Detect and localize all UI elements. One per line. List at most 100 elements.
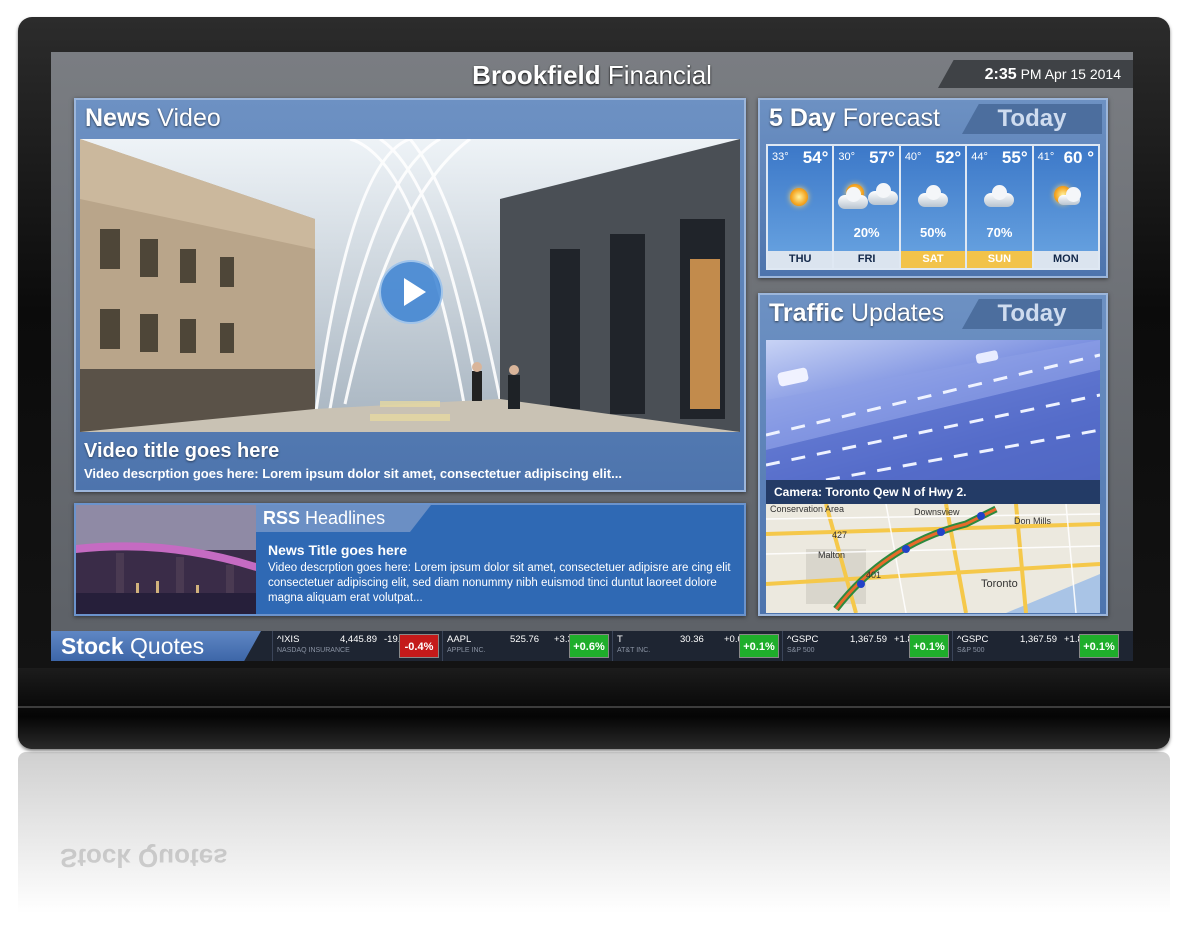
forecast-title-bold: 5 Day	[769, 104, 836, 132]
forecast-panel: 5 Day Forecast Today 33° 54° THU 30° 57°…	[758, 98, 1108, 278]
quote-symbol: AAPL	[447, 634, 472, 645]
quote-price: 30.36	[680, 634, 704, 645]
rss-thumbnail	[76, 505, 256, 614]
stock-quote[interactable]: ^GSPC S&P 500 1,367.59 +1.85 +0.1%	[952, 631, 1123, 661]
forecast-day-sun: 44° 55° 70% SUN	[967, 146, 1032, 268]
traffic-panel: Traffic Updates Today Camera: Toronto Qe…	[758, 293, 1108, 616]
news-video-panel: News Video Video title goes here Video d…	[74, 98, 746, 492]
quote-symbol: T	[617, 634, 623, 645]
forecast-day-sat: 40° 52° 50% SAT	[900, 146, 966, 268]
rss-title-bold: RSS	[263, 508, 301, 528]
day-low: 41°	[1037, 151, 1055, 163]
map-label-malton: Malton	[818, 550, 846, 560]
map-label-conservation: Conservation Area	[770, 504, 845, 514]
quote-price: 4,445.89	[340, 634, 377, 645]
quote-name: S&P 500	[957, 647, 985, 654]
map-label-427: 427	[832, 530, 848, 540]
day-low: 33°	[772, 151, 789, 163]
rss-panel: RSS Headlines News Title goes here Video…	[74, 503, 746, 616]
sun-icon	[768, 181, 832, 213]
forecast-day-fri: 30° 57° 20% FRI	[834, 146, 899, 268]
quote-percent-badge: -0.4%	[399, 634, 439, 658]
stock-title-bold: Stock	[61, 633, 124, 659]
partly-sunny-icon	[1034, 181, 1098, 213]
quote-price: 1,367.59	[1020, 634, 1057, 645]
forecast-today-tab[interactable]: Today	[962, 104, 1102, 134]
brand-rest: Financial	[607, 60, 712, 90]
quote-name: APPLE INC.	[447, 647, 486, 654]
map-label-don-mills: Don Mills	[1014, 516, 1052, 526]
reflection-text: Stock Quotes	[60, 843, 228, 873]
traffic-today-tab[interactable]: Today	[962, 299, 1102, 329]
stock-quote[interactable]: ^IXIS NASDAQ INSURANCE 4,445.89 -19.43 -…	[272, 631, 443, 661]
day-name: THU	[768, 251, 833, 268]
quote-price: 525.76	[510, 634, 540, 645]
forecast-panel-title: 5 Day Forecast	[760, 100, 940, 136]
camera-label: Camera: Toronto Qew N of Hwy 2.	[766, 480, 1100, 504]
rss-title-rest: Headlines	[305, 508, 386, 528]
rss-panel-title: RSS Headlines	[256, 505, 431, 532]
quote-percent-badge: +0.1%	[1079, 634, 1119, 658]
quote-name: S&P 500	[787, 647, 815, 654]
forecast-title-rest: Forecast	[842, 104, 940, 132]
quote-symbol: ^GSPC	[787, 634, 819, 645]
quote-name: AT&T INC.	[617, 647, 651, 654]
quote-percent-badge: +0.1%	[909, 634, 949, 658]
quote-name: NASDAQ INSURANCE	[277, 647, 350, 654]
video-title: Video title goes here	[84, 440, 280, 462]
video-description: Video descrption goes here: Lorem ipsum …	[84, 466, 622, 481]
quote-percent-badge: +0.1%	[739, 634, 779, 658]
video-player[interactable]	[80, 139, 740, 432]
quote-price: 1,367.59	[850, 634, 887, 645]
map-label-toronto: Toronto	[981, 578, 1018, 590]
traffic-map[interactable]: Conservation Area Downsview Don Mills Ma…	[766, 504, 1100, 613]
stock-quote[interactable]: ^GSPC S&P 500 1,367.59 +1.85 +0.1%	[782, 631, 953, 661]
day-precip: 50%	[920, 225, 947, 240]
stock-quote[interactable]: AAPL APPLE INC. 525.76 +3.35 +0.6%	[442, 631, 613, 661]
day-high: 55°	[1001, 148, 1028, 167]
stock-ticker: Stock Quotes ^IXIS NASDAQ INSURANCE 4,44…	[51, 631, 1133, 661]
day-precip: 70%	[986, 225, 1013, 240]
day-high: 57°	[869, 148, 895, 167]
play-button[interactable]	[379, 260, 443, 324]
day-low: 30°	[838, 151, 856, 163]
clock-time: 2:35	[984, 66, 1017, 83]
chin-divider	[18, 706, 1170, 708]
forecast-day-thu: 33° 54° THU	[768, 146, 833, 268]
day-name: SUN	[967, 251, 1032, 268]
rss-headline[interactable]: News Title goes here	[268, 542, 407, 558]
day-high: 60 °	[1063, 148, 1095, 167]
monitor-chin	[18, 668, 1170, 749]
day-precip: 20%	[853, 225, 880, 240]
day-low: 40°	[904, 151, 922, 163]
clock: 2:35 PM Apr 15 2014	[938, 60, 1133, 88]
day-name: MON	[1033, 251, 1099, 268]
traffic-title-bold: Traffic	[769, 299, 845, 327]
traffic-camera-feed[interactable]	[766, 340, 1100, 480]
traffic-title-rest: Updates	[850, 299, 945, 327]
traffic-panel-title: Traffic Updates	[760, 295, 944, 331]
partly-cloudy-icon	[834, 181, 899, 213]
map-label-401: 401	[866, 570, 882, 580]
day-high: 52°	[935, 148, 962, 167]
day-low: 44°	[971, 151, 988, 163]
brand-bold: Brookfield	[472, 60, 601, 90]
cloud-icon	[967, 181, 1031, 213]
quote-symbol: ^IXIS	[277, 634, 300, 645]
stock-panel-title: Stock Quotes	[51, 631, 261, 661]
clock-ampm: PM	[1020, 66, 1042, 82]
news-panel-title: News Video	[76, 100, 221, 136]
news-title-rest: Video	[157, 104, 221, 132]
cloud-icon	[901, 181, 965, 213]
forecast-days: 33° 54° THU 30° 57° 20% FRI 40° 52° 50% …	[766, 144, 1100, 270]
rss-body: Video descrption goes here: Lorem ipsum …	[268, 562, 731, 604]
stock-title-rest: Quotes	[130, 633, 205, 659]
stock-quote[interactable]: T AT&T INC. 30.36 +0.02 +0.1%	[612, 631, 783, 661]
day-high: 54°	[802, 148, 829, 167]
day-name: SAT	[900, 251, 966, 268]
quote-percent-badge: +0.6%	[569, 634, 609, 658]
signage-screen: Brookfield Financial 2:35 PM Apr 15 2014…	[51, 52, 1133, 661]
forecast-day-mon: 41° 60 ° MON	[1033, 146, 1099, 268]
news-title-bold: News	[85, 104, 151, 132]
day-name: FRI	[834, 251, 899, 268]
